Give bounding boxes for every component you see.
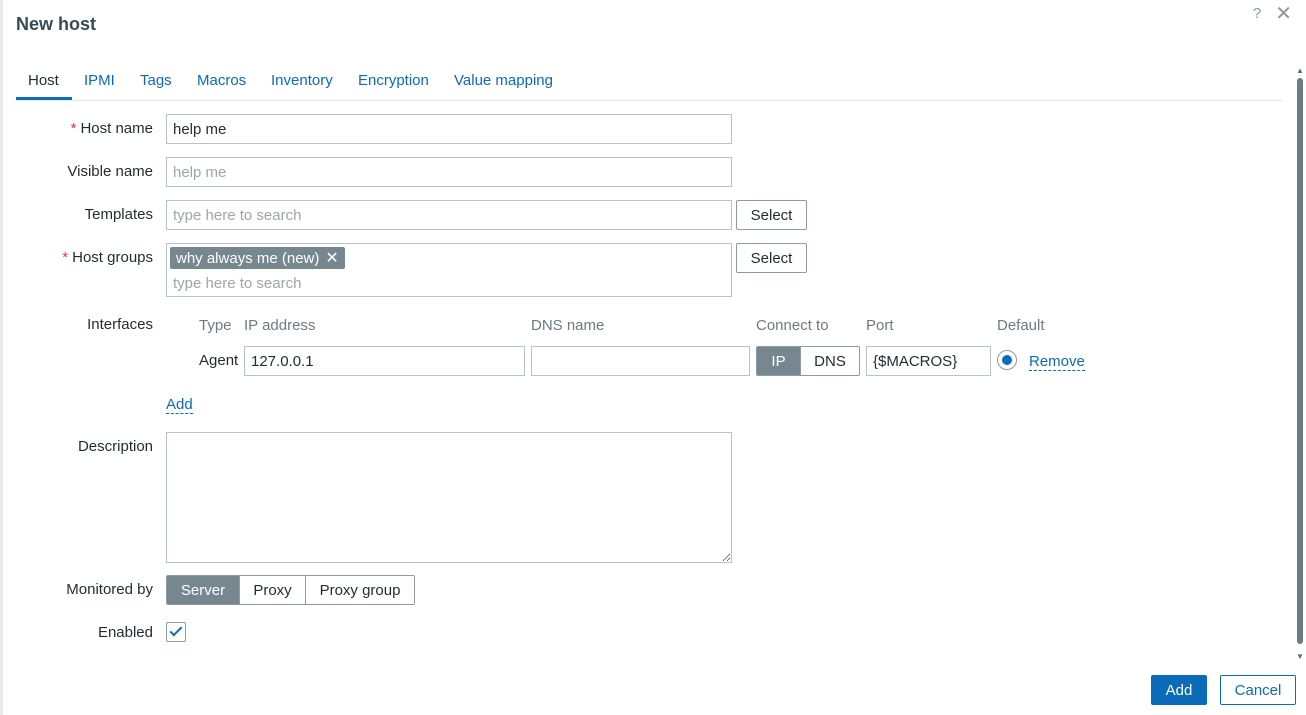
visible-name-label: Visible name	[67, 163, 153, 180]
required-marker: *	[70, 120, 77, 137]
host-group-chip: why always me (new) ✕	[170, 247, 345, 269]
scroll-thumb[interactable]	[1297, 78, 1303, 644]
chip-remove-icon[interactable]: ✕	[325, 248, 338, 268]
dialog-title: New host	[16, 14, 97, 34]
tab-macros[interactable]: Macros	[197, 72, 246, 89]
help-icon[interactable]: ?	[1253, 4, 1261, 24]
add-interface-link[interactable]: Add	[166, 396, 193, 414]
remove-interface-link[interactable]: Remove	[1029, 353, 1085, 371]
scroll-down-icon[interactable]: ▼	[1296, 652, 1304, 661]
col-type: Type	[199, 317, 232, 334]
host-groups-select-button[interactable]: Select	[736, 243, 807, 273]
dialog-left-edge	[0, 0, 3, 715]
col-ip-address: IP address	[244, 317, 316, 334]
col-default: Default	[997, 317, 1045, 334]
connect-ip-button[interactable]: IP	[757, 347, 801, 375]
tab-inventory[interactable]: Inventory	[271, 72, 333, 89]
tab-host[interactable]: Host	[28, 72, 59, 89]
interface-port-input[interactable]	[866, 346, 991, 376]
templates-search-input[interactable]	[166, 200, 732, 230]
host-group-chip-label: why always me (new)	[176, 249, 320, 267]
radio-selected-dot	[1002, 355, 1012, 365]
host-name-label: * Host name	[71, 120, 153, 137]
col-port: Port	[866, 317, 894, 334]
tab-value-mapping[interactable]: Value mapping	[454, 72, 553, 89]
host-groups-search-placeholder[interactable]: type here to search	[173, 275, 301, 292]
host-name-label-text: Host name	[80, 120, 153, 137]
tab-bar: Host IPMI Tags Macros Inventory Encrypti…	[16, 64, 1283, 101]
monitored-by-proxy-button[interactable]: Proxy	[240, 576, 306, 604]
add-button[interactable]: Add	[1151, 675, 1207, 705]
tab-tags[interactable]: Tags	[140, 72, 172, 89]
templates-label: Templates	[84, 206, 153, 223]
templates-select-button[interactable]: Select	[736, 200, 807, 230]
default-interface-radio[interactable]	[997, 350, 1017, 370]
interface-dns-input[interactable]	[531, 346, 750, 376]
description-textarea[interactable]	[166, 432, 732, 563]
monitored-by-server-button[interactable]: Server	[167, 576, 240, 604]
monitored-by-proxy-group-button[interactable]: Proxy group	[306, 576, 414, 604]
description-label: Description	[77, 438, 153, 455]
interface-type: Agent	[199, 352, 239, 369]
visible-name-input[interactable]	[166, 157, 732, 187]
close-icon[interactable]: ✕	[1275, 4, 1292, 24]
host-groups-multiselect[interactable]: why always me (new) ✕ type here to searc…	[166, 243, 732, 297]
monitored-by-toggle: Server Proxy Proxy group	[166, 575, 415, 605]
enabled-checkbox[interactable]	[166, 622, 186, 642]
col-dns-name: DNS name	[531, 317, 605, 334]
host-groups-label: * Host groups	[62, 249, 153, 266]
scroll-up-icon[interactable]: ▲	[1296, 66, 1304, 75]
vertical-scrollbar[interactable]: ▲ ▼	[1293, 64, 1306, 664]
connect-dns-button[interactable]: DNS	[801, 347, 859, 375]
dialog-header-icons: ? ✕	[1253, 4, 1292, 24]
cancel-button[interactable]: Cancel	[1220, 675, 1296, 705]
required-marker: *	[62, 249, 69, 266]
host-groups-label-text: Host groups	[72, 249, 153, 266]
interfaces-label: Interfaces	[87, 316, 153, 333]
enabled-label: Enabled	[97, 624, 153, 641]
host-name-input[interactable]	[166, 114, 732, 144]
tab-encryption[interactable]: Encryption	[358, 72, 429, 89]
col-connect-to: Connect to	[756, 317, 829, 334]
interface-ip-input[interactable]	[244, 346, 525, 376]
monitored-by-label: Monitored by	[66, 581, 153, 598]
connect-to-toggle: IP DNS	[756, 346, 860, 376]
checkmark-icon	[169, 623, 183, 637]
tab-ipmi[interactable]: IPMI	[84, 72, 115, 89]
active-tab-indicator	[16, 97, 72, 100]
